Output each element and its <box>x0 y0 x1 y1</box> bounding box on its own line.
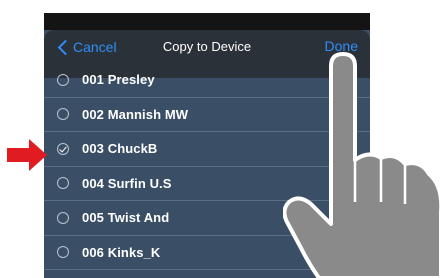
screen: Cancel Copy to Device Done 001 Presley 0… <box>0 0 441 278</box>
list-item-label: 002 Mannish MW <box>82 106 189 122</box>
radio-empty-icon[interactable] <box>57 211 69 224</box>
list-item-label: 003 ChuckB <box>82 141 158 157</box>
pointing-hand-icon <box>283 52 441 278</box>
radio-empty-icon[interactable] <box>57 246 69 259</box>
radio-empty-icon[interactable] <box>57 177 69 190</box>
radio-empty-icon[interactable] <box>57 108 69 121</box>
radio-checked-icon[interactable] <box>57 142 69 155</box>
list-item-label: 005 Twist And <box>82 210 170 226</box>
list-item-label: 006 Kinks_K <box>82 244 161 260</box>
list-item-label: 004 Surfin U.S <box>82 175 172 191</box>
red-arrow-icon <box>7 139 47 171</box>
status-strip <box>44 13 370 30</box>
radio-empty-icon[interactable] <box>57 73 69 86</box>
list-item-label: 001 Presley <box>82 72 155 88</box>
